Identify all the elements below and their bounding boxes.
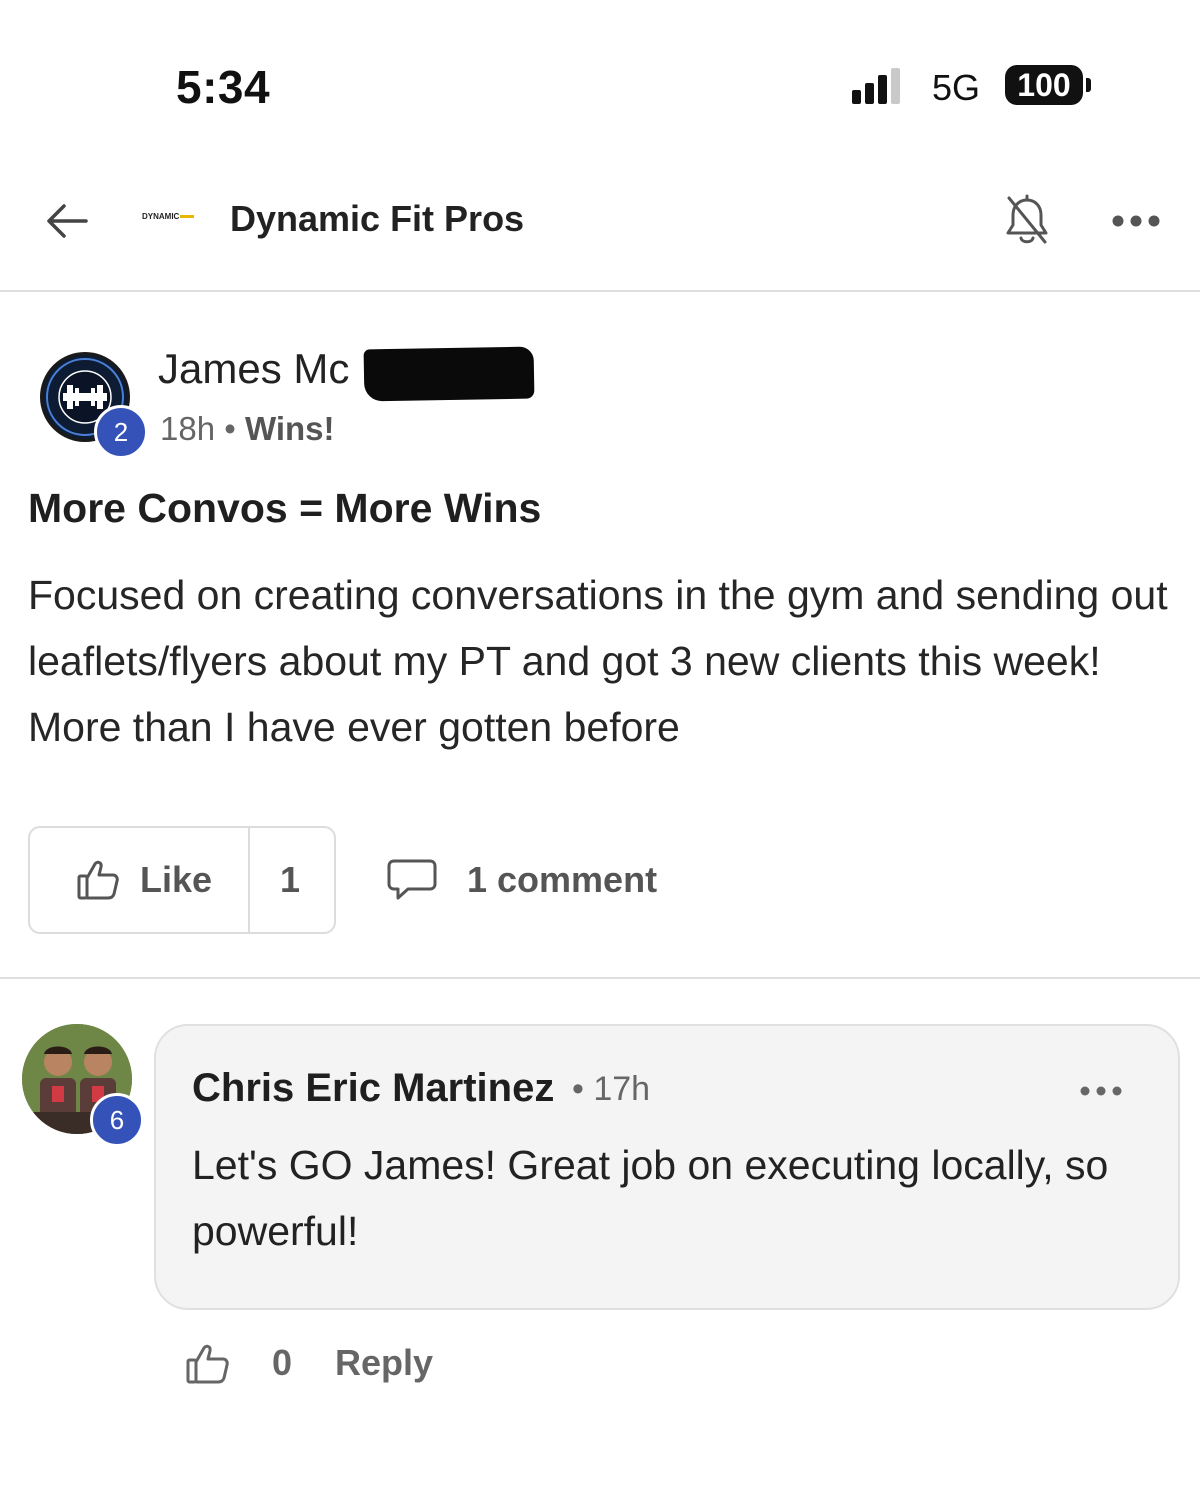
comment-text: Let's GO James! Great job on executing l… [192, 1142, 1109, 1254]
more-horizontal-icon[interactable] [1112, 212, 1160, 230]
author-name[interactable]: James Mc [158, 345, 349, 393]
battery-tip [1086, 78, 1091, 92]
like-label[interactable]: Like [140, 859, 212, 901]
reply-button[interactable]: Reply [335, 1342, 433, 1384]
post-meta: 18h • Wins! [160, 410, 335, 448]
comment-like-count[interactable]: 0 [272, 1342, 292, 1384]
back-arrow-icon[interactable] [44, 198, 90, 244]
post-body: Focused on creating conversations in the… [28, 572, 1168, 750]
commenter-name[interactable]: Chris Eric Martinez [192, 1066, 554, 1111]
comment-meta: • 17h [572, 1070, 650, 1109]
group-title[interactable]: Dynamic Fit Pros [230, 198, 524, 240]
like-count[interactable]: 1 [280, 859, 300, 901]
post-category[interactable]: Wins! [245, 410, 335, 447]
thumbs-up-icon[interactable] [76, 858, 120, 902]
commenter-level-badge: 6 [90, 1093, 144, 1147]
network-type: 5G [932, 67, 981, 108]
group-logo-text: DYNAMIC [142, 212, 180, 221]
post-time: 18h [160, 410, 216, 447]
author-level-badge: 2 [94, 405, 148, 459]
comment-thumbs-up-icon[interactable] [185, 1342, 231, 1386]
group-logo: DYNAMIC [142, 212, 208, 228]
bell-off-icon[interactable] [1002, 194, 1052, 248]
comments-divider [0, 977, 1200, 979]
post-title: More Convos = More Wins [28, 485, 542, 531]
meta-separator: • [224, 410, 236, 447]
signal-icon [852, 68, 912, 104]
comment-time: 17h [593, 1070, 651, 1108]
status-time: 5:34 [176, 61, 271, 113]
redaction-mark [363, 346, 535, 402]
comment-more-icon[interactable] [1080, 1083, 1122, 1099]
battery-icon: 100 [1005, 65, 1083, 105]
comment-separator: • [572, 1070, 584, 1108]
header-divider [0, 290, 1200, 292]
comment-count[interactable]: 1 comment [467, 859, 657, 901]
like-divider [248, 828, 250, 932]
comment-bubble-icon[interactable] [386, 858, 438, 902]
